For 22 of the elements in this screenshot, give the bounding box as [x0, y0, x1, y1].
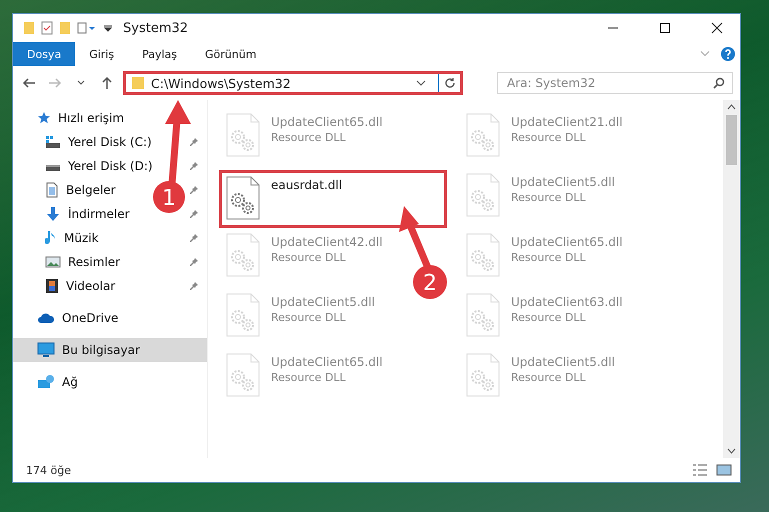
sidebar-item[interactable]: Belgeler	[45, 178, 116, 202]
sidebar-item[interactable]: Bu bilgisayar	[13, 338, 207, 362]
sidebar-item[interactable]: Yerel Disk (D:)	[45, 154, 153, 178]
step-number-badge: 2	[413, 265, 447, 299]
item-count: 174 öğe	[26, 464, 72, 476]
sidebar-item[interactable]: Resimler	[45, 250, 120, 274]
search-field[interactable]: Ara: System32	[497, 72, 733, 94]
ribbon-tab[interactable]: Giriş	[75, 42, 128, 66]
address-bar[interactable]: C:\Windows\System32	[123, 71, 463, 95]
sidebar-item[interactable]: OneDrive	[37, 306, 118, 330]
sidebar-item[interactable]: Müzik	[45, 226, 99, 250]
file-item[interactable]: eausrdat.dll	[219, 170, 447, 228]
step-number-badge: 1	[153, 181, 185, 213]
window-title: System32	[123, 20, 190, 36]
sidebar-item[interactable]: Hızlı erişim	[37, 106, 124, 130]
sidebar-item[interactable]: Ağ	[37, 370, 78, 394]
ribbon-tab[interactable]: Paylaş	[128, 42, 191, 66]
sidebar-item[interactable]: Videolar	[45, 274, 116, 298]
sidebar-item[interactable]: Yerel Disk (C:)	[45, 130, 152, 154]
ribbon-tab[interactable]: Dosya	[13, 42, 76, 66]
sidebar-item[interactable]: İndirmeler	[45, 202, 130, 226]
ribbon-tab[interactable]: Görünüm	[191, 42, 270, 66]
